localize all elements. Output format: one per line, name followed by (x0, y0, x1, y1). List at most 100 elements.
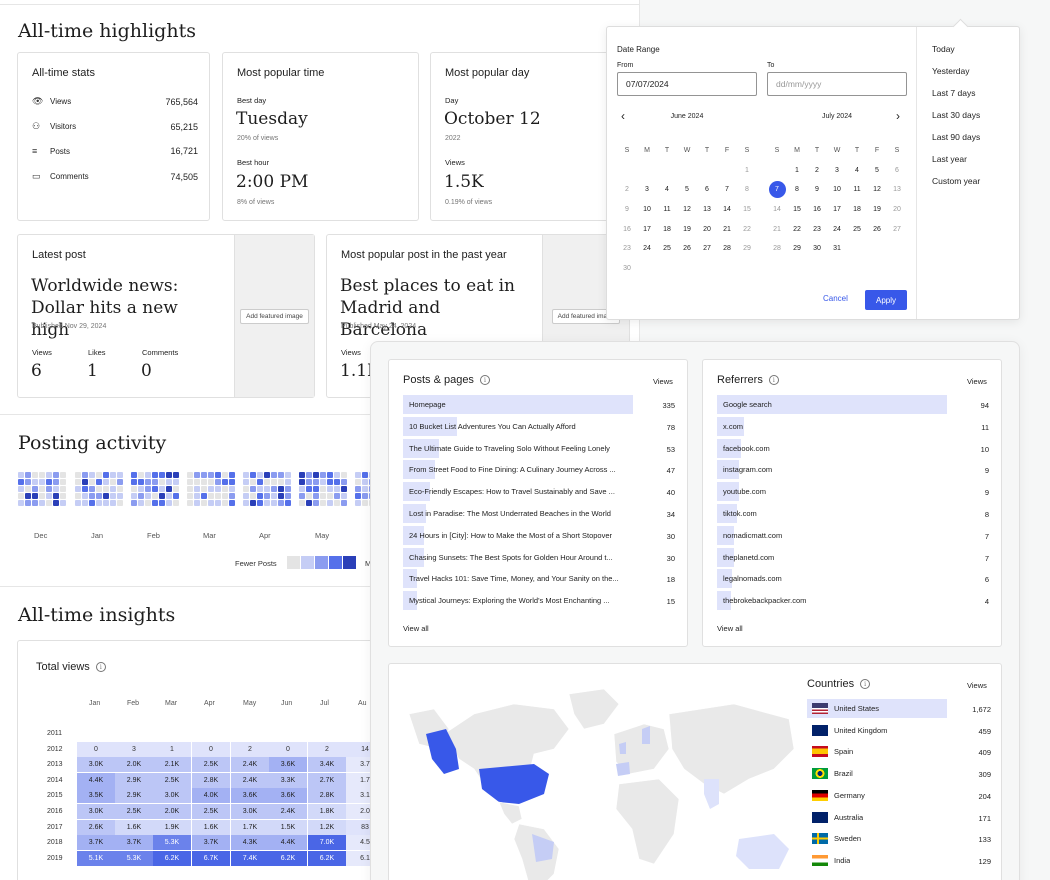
calendar-day[interactable]: 13 (697, 200, 717, 220)
calendar-day[interactable]: 29 (787, 239, 807, 259)
posts_pages-row[interactable]: Travel Hacks 101: Save Time, Money, and … (403, 569, 633, 589)
from-date-input[interactable]: 07/07/2024 (617, 72, 757, 96)
calendar-day[interactable]: 25 (847, 219, 867, 239)
referrers-row[interactable]: instagram.com (717, 460, 947, 480)
calendar-day[interactable]: 23 (807, 219, 827, 239)
calendar-day[interactable]: 12 (677, 200, 697, 220)
calendar-day[interactable]: 25 (657, 239, 677, 259)
calendar-day[interactable]: 4 (847, 161, 867, 181)
calendar-day[interactable]: 14 (717, 200, 737, 220)
calendar-day[interactable]: 22 (787, 219, 807, 239)
calendar-day[interactable]: 24 (637, 239, 657, 259)
calendar-day[interactable]: 13 (887, 180, 907, 200)
calendar-day[interactable]: 28 (767, 239, 787, 259)
calendar-day[interactable]: 16 (617, 219, 637, 239)
add-featured-image-button[interactable]: Add featured image (240, 308, 309, 324)
calendar-day[interactable]: 10 (637, 200, 657, 220)
country-row[interactable]: Australia (807, 808, 947, 827)
info-icon[interactable]: i (95, 662, 106, 672)
calendar-day[interactable]: 3 (827, 161, 847, 181)
to-date-input[interactable]: dd/mm/yyyy (767, 72, 907, 96)
apply-button[interactable]: Apply (865, 290, 907, 310)
calendar-day[interactable]: 18 (847, 200, 867, 220)
view-all-link[interactable]: View all (717, 624, 743, 633)
calendar-day[interactable]: 21 (767, 219, 787, 239)
calendar-day[interactable]: 6 (697, 180, 717, 200)
calendar-day[interactable]: 27 (697, 239, 717, 259)
country-row[interactable]: United States (807, 699, 947, 718)
referrers-row[interactable]: theplanetd.com (717, 547, 947, 567)
country-row[interactable]: Brazil (807, 764, 947, 783)
preset-last-year[interactable]: Last year (932, 154, 967, 164)
country-row[interactable]: India (807, 851, 947, 870)
preset-last-30-days[interactable]: Last 30 days (932, 110, 980, 120)
preset-last-90-days[interactable]: Last 90 days (932, 132, 980, 142)
cancel-button[interactable]: Cancel (823, 294, 848, 303)
calendar-day[interactable]: 7 (717, 180, 737, 200)
calendar-day[interactable]: 6 (887, 161, 907, 181)
calendar-day[interactable]: 24 (827, 219, 847, 239)
country-row[interactable]: Spain (807, 742, 947, 761)
posts_pages-row[interactable]: Chasing Sunsets: The Best Spots for Gold… (403, 547, 633, 567)
calendar-day[interactable]: 29 (737, 239, 757, 259)
post-headline[interactable]: Best places to eat in Madrid and Barcelo… (340, 275, 530, 341)
referrers-row[interactable]: x.com (717, 416, 947, 436)
posts_pages-row[interactable]: 24 Hours in [City]: How to Make the Most… (403, 525, 633, 545)
preset-custom-year[interactable]: Custom year (932, 176, 980, 186)
view-all-link[interactable]: View all (403, 624, 429, 633)
calendar-day[interactable]: 2 (807, 161, 827, 181)
posts_pages-row[interactable]: 10 Bucket List Adventures You Can Actual… (403, 416, 633, 436)
post-headline[interactable]: Worldwide news: Dollar hits a new high (31, 275, 221, 341)
calendar-day[interactable]: 20 (887, 200, 907, 220)
calendar-day[interactable]: 30 (617, 259, 637, 279)
calendar-day[interactable]: 30 (807, 239, 827, 259)
calendar-day[interactable]: 12 (867, 180, 887, 200)
calendar-day[interactable]: 26 (677, 239, 697, 259)
calendar-day[interactable]: 11 (657, 200, 677, 220)
calendar-day[interactable]: 14 (767, 200, 787, 220)
calendar-day[interactable]: 1 (787, 161, 807, 181)
referrers-row[interactable]: facebook.com (717, 438, 947, 458)
next-month-icon[interactable]: › (896, 109, 900, 123)
country-row[interactable]: Sweden (807, 829, 947, 848)
calendar-day[interactable]: 2 (617, 180, 637, 200)
posts_pages-row[interactable]: Lost in Paradise: The Most Underrated Be… (403, 504, 633, 523)
calendar-day[interactable]: 20 (697, 219, 717, 239)
posts_pages-row[interactable]: Eco-Friendly Escapes: How to Travel Sust… (403, 482, 633, 502)
calendar-day[interactable]: 27 (887, 219, 907, 239)
calendar-day[interactable]: 19 (867, 200, 887, 220)
posts_pages-row[interactable]: Homepage (403, 395, 633, 414)
calendar-day[interactable]: 7 (768, 181, 786, 199)
info-icon[interactable]: i (479, 375, 490, 385)
calendar-day[interactable]: 17 (637, 219, 657, 239)
calendar-day[interactable]: 10 (827, 180, 847, 200)
calendar-day[interactable]: 23 (617, 239, 637, 259)
calendar-day[interactable]: 8 (737, 180, 757, 200)
calendar-day[interactable]: 9 (617, 200, 637, 220)
calendar-day[interactable]: 18 (657, 219, 677, 239)
info-icon[interactable]: i (768, 375, 779, 385)
calendar-day[interactable]: 5 (677, 180, 697, 200)
calendar-day[interactable]: 11 (847, 180, 867, 200)
referrers-row[interactable]: Google search (717, 395, 947, 414)
referrers-row[interactable]: youtube.com (717, 482, 947, 502)
calendar-day[interactable]: 15 (787, 200, 807, 220)
preset-today[interactable]: Today (932, 44, 955, 54)
calendar-day[interactable]: 17 (827, 200, 847, 220)
calendar-day[interactable]: 19 (677, 219, 697, 239)
calendar-day[interactable]: 26 (867, 219, 887, 239)
info-icon[interactable]: i (860, 679, 871, 689)
posts_pages-row[interactable]: Mystical Journeys: Exploring the World's… (403, 591, 633, 611)
calendar-day[interactable]: 31 (827, 239, 847, 259)
referrers-row[interactable]: legalnomads.com (717, 569, 947, 589)
country-row[interactable]: United Kingdom (807, 721, 947, 740)
calendar-day[interactable]: 3 (637, 180, 657, 200)
preset-yesterday[interactable]: Yesterday (932, 66, 970, 76)
calendar-day[interactable]: 21 (717, 219, 737, 239)
country-row[interactable]: Germany (807, 786, 947, 805)
calendar-day[interactable]: 28 (717, 239, 737, 259)
referrers-row[interactable]: tiktok.com (717, 504, 947, 523)
preset-last-7-days[interactable]: Last 7 days (932, 88, 975, 98)
posts_pages-row[interactable]: The Ultimate Guide to Traveling Solo Wit… (403, 438, 633, 458)
calendar-day[interactable]: 5 (867, 161, 887, 181)
